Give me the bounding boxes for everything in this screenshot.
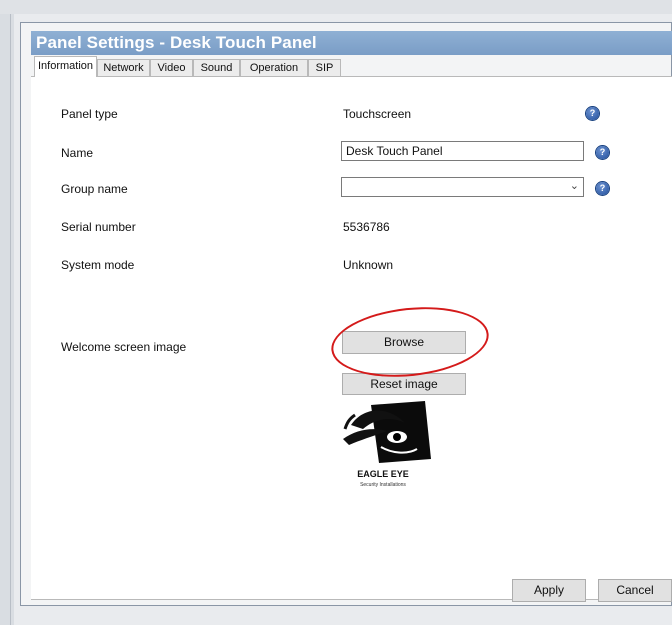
- panel-settings-window: Panel Settings - Desk Touch Panel Inform…: [20, 22, 672, 606]
- serial-number-label: Serial number: [61, 220, 136, 234]
- name-label: Name: [61, 146, 94, 160]
- help-icon-group-name[interactable]: ?: [596, 182, 609, 195]
- panel-type-value: Touchscreen: [343, 107, 412, 121]
- name-input[interactable]: Desk Touch Panel: [341, 141, 584, 161]
- logo-title: EAGLE EYE: [357, 469, 409, 479]
- name-input-value: Desk Touch Panel: [346, 144, 443, 158]
- eagle-eye-logo-icon: [343, 401, 431, 463]
- serial-number-value: 5536786: [343, 220, 390, 234]
- logo-tagline: Security Installations: [360, 482, 406, 488]
- system-mode-value: Unknown: [343, 258, 394, 272]
- help-icon-name[interactable]: ?: [596, 146, 609, 159]
- chevron-down-icon[interactable]: ⌄: [570, 179, 579, 192]
- apply-button[interactable]: Apply: [512, 579, 586, 602]
- welcome-image-preview: EAGLE EYE Security Installations: [333, 395, 433, 495]
- help-icon-panel-type[interactable]: ?: [586, 107, 599, 120]
- tab-video[interactable]: Video: [150, 59, 193, 76]
- tab-information[interactable]: Information: [34, 56, 97, 77]
- panel-type-label: Panel type: [61, 107, 118, 121]
- group-name-label: Group name: [61, 182, 128, 196]
- system-mode-label: System mode: [61, 258, 135, 272]
- cancel-button[interactable]: Cancel: [598, 579, 672, 602]
- tab-network[interactable]: Network: [97, 59, 150, 76]
- tab-operation[interactable]: Operation: [240, 59, 308, 76]
- background-left: [0, 14, 14, 625]
- background-top: [0, 0, 672, 14]
- tab-sip[interactable]: SIP: [308, 59, 341, 76]
- group-name-dropdown[interactable]: ⌄: [341, 177, 584, 197]
- title-bar: Panel Settings - Desk Touch Panel: [31, 31, 672, 55]
- tab-sound[interactable]: Sound: [193, 59, 240, 76]
- window-title: Panel Settings - Desk Touch Panel: [36, 33, 317, 52]
- welcome-image-label: Welcome screen image: [61, 340, 187, 354]
